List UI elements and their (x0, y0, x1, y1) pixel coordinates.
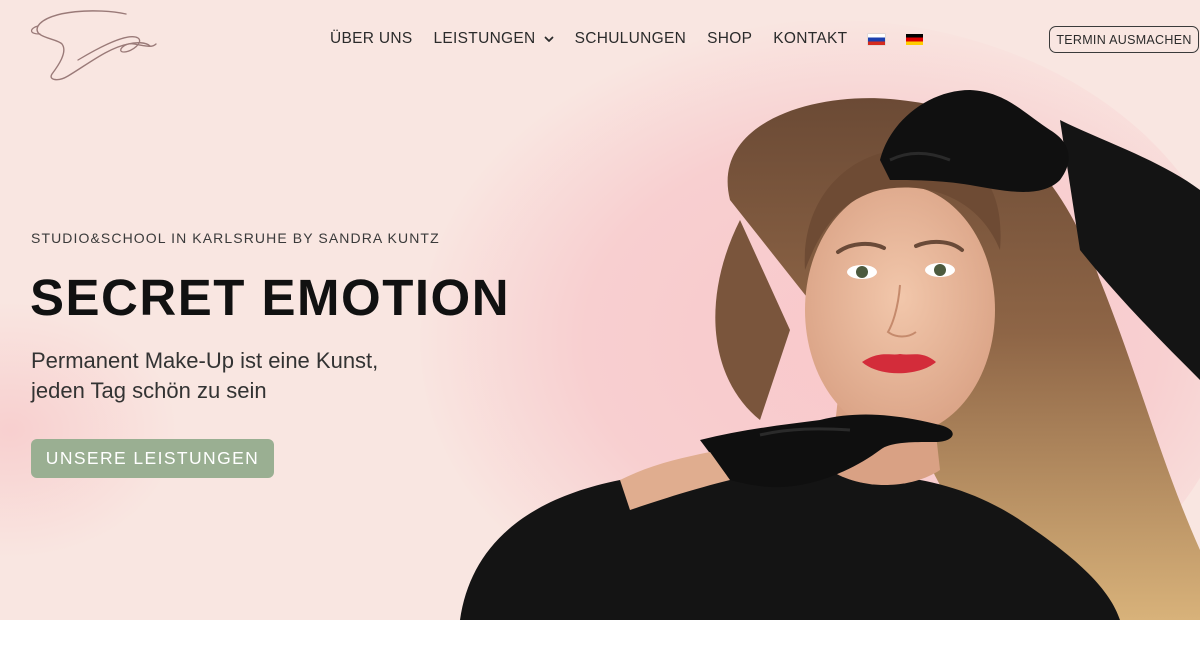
book-appointment-button[interactable]: TERMIN AUSMACHEN (1049, 26, 1199, 53)
pink-background-glow (0, 300, 180, 560)
hero-subtitle: Permanent Make-Up ist eine Kunst, jeden … (31, 346, 451, 406)
page-title: SECRET EMOTION (30, 269, 511, 326)
hero-portrait-image (460, 90, 1200, 620)
chevron-down-icon (544, 36, 553, 42)
german-flag-icon[interactable] (906, 33, 924, 45)
hero-eyebrow: STUDIO&SCHOOL IN KARLSRUHE BY SANDRA KUN… (31, 230, 440, 246)
logo[interactable] (28, 4, 163, 86)
hero-section: ÜBER UNS LEISTUNGEN SCHULUNGEN SHOP KONT… (0, 0, 1200, 620)
nav-item-leistungen-label: LEISTUNGEN (433, 30, 536, 47)
nav-item-ueber-uns[interactable]: ÜBER UNS (330, 30, 413, 48)
nav-item-shop[interactable]: SHOP (707, 30, 752, 48)
hero-subtitle-line-1: Permanent Make-Up ist eine Kunst, (31, 348, 379, 373)
main-navigation: ÜBER UNS LEISTUNGEN SCHULUNGEN SHOP KONT… (330, 28, 944, 50)
russian-flag-icon[interactable] (868, 33, 886, 45)
nav-item-kontakt[interactable]: KONTAKT (773, 30, 847, 48)
hero-subtitle-line-2: jeden Tag schön zu sein (31, 378, 267, 403)
nav-item-leistungen[interactable]: LEISTUNGEN (434, 30, 554, 48)
services-button[interactable]: UNSERE LEISTUNGEN (31, 439, 274, 478)
nav-item-schulungen[interactable]: SCHULUNGEN (575, 30, 687, 48)
